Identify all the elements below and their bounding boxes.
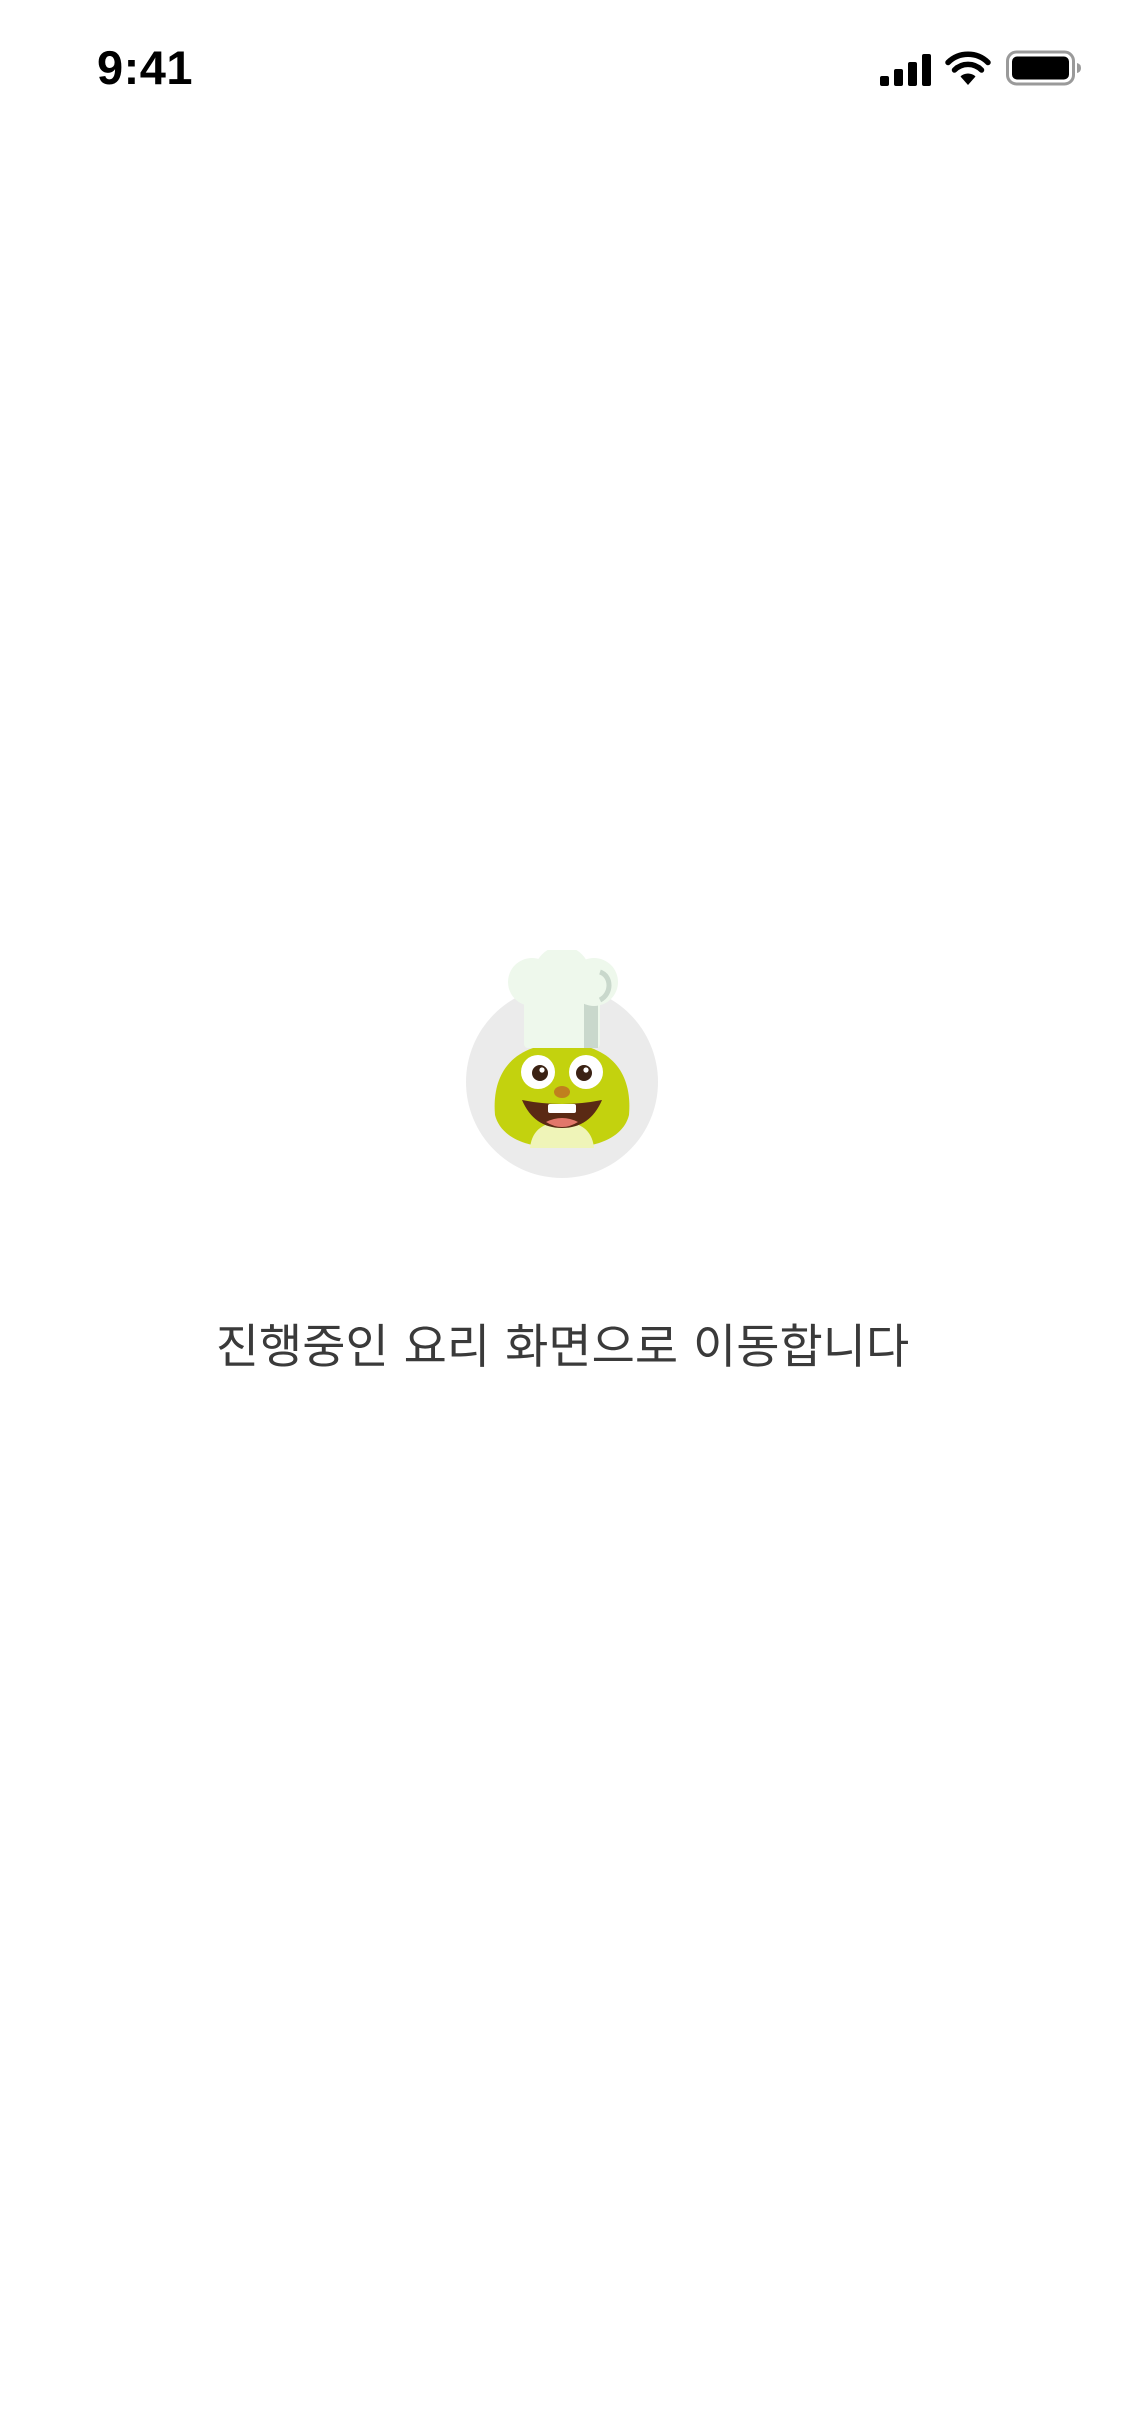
chef-mascot-icon xyxy=(466,950,658,1178)
status-bar: 9:41 xyxy=(0,0,1125,132)
loading-message: 진행중인 요리 화면으로 이동합니다 xyxy=(215,1320,910,1375)
loading-screen: 진행중인 요리 화면으로 이동합니다 xyxy=(0,950,1125,1375)
cellular-signal-icon xyxy=(880,54,931,86)
wifi-icon xyxy=(945,51,991,85)
battery-icon xyxy=(1006,50,1081,86)
status-time: 9:41 xyxy=(97,41,194,94)
